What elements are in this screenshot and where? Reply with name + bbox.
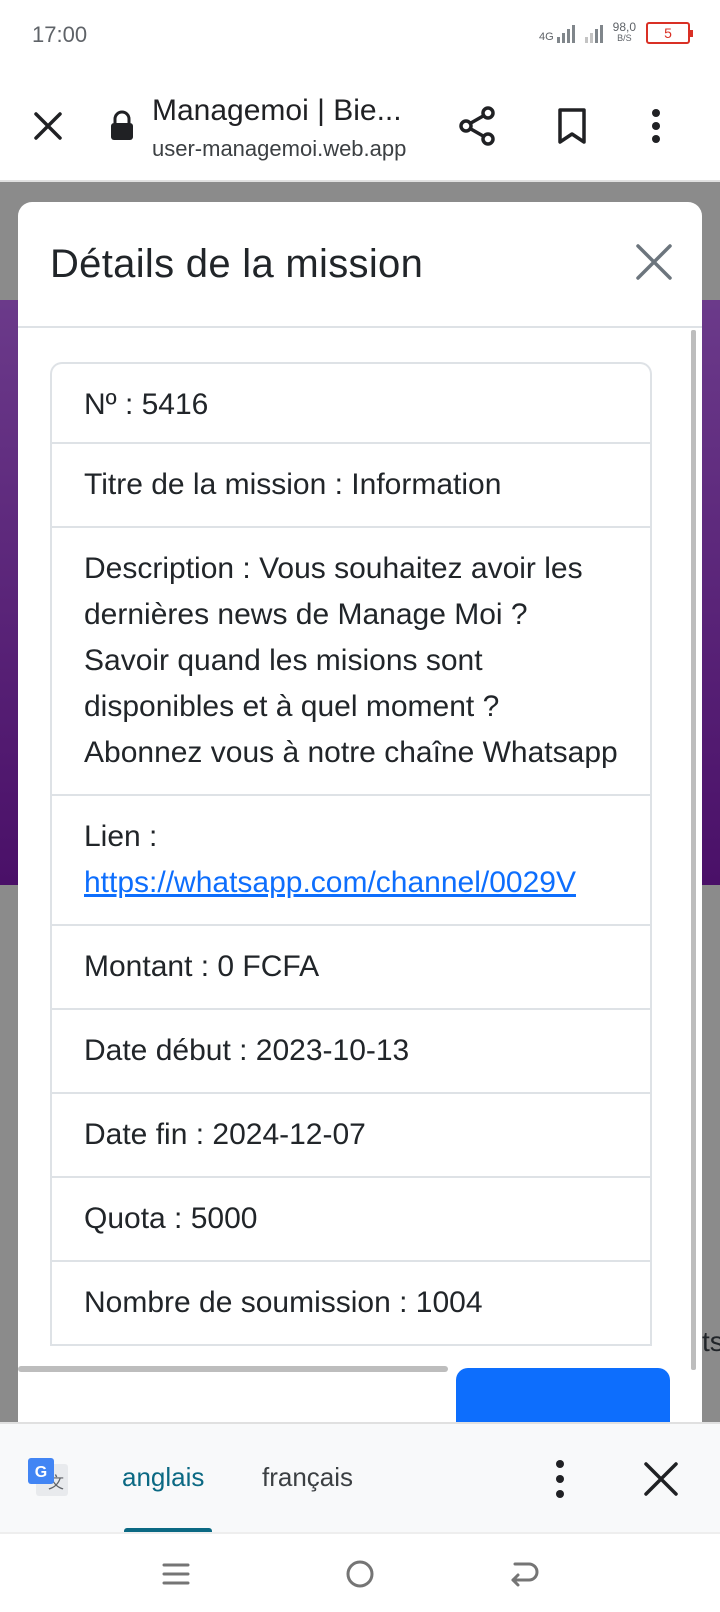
mission-start-date: Date début : 2023-10-13 [52,1010,650,1094]
share-icon [459,106,495,146]
mission-details-list: Nº : 5416 Titre de la mission : Informat… [50,362,652,1346]
menu-icon [162,1563,190,1585]
mission-link[interactable]: https://whatsapp.com/channel/0029V [84,866,576,899]
network-speed: 98,0 B/S [612,20,636,44]
share-button[interactable] [452,100,504,152]
close-icon [34,112,62,140]
vertical-scrollbar[interactable] [691,330,696,1370]
svg-text:G: G [35,1464,47,1481]
mission-link-row: Lien : https://whatsapp.com/channel/0029… [52,796,650,926]
modal-footer-button[interactable] [456,1368,670,1422]
recents-button[interactable] [154,1552,198,1596]
signal-2-icon [584,23,603,43]
network-indicator: 4G [539,23,575,43]
modal-body[interactable]: Nº : 5416 Titre de la mission : Informat… [18,330,702,1385]
browser-toolbar: Managemoi | Bie... user-managemoi.web.ap… [0,72,720,182]
background-text-fragment: ts [702,1326,720,1357]
modal-title: Détails de la mission [50,242,424,286]
more-vert-icon [652,109,660,143]
signal-icon [556,23,575,43]
modal-header: Détails de la mission [18,202,702,328]
lock-icon [111,110,133,140]
horizontal-scrollbar[interactable] [18,1366,448,1372]
status-time: 17:00 [32,22,88,47]
mission-details-modal: Détails de la mission Nº : 5416 Titre de… [18,202,702,1422]
back-button[interactable] [502,1552,546,1596]
more-options-button[interactable] [630,100,682,152]
translate-close-button[interactable] [640,1458,682,1500]
bookmark-icon [558,108,586,144]
bookmark-button[interactable] [546,100,598,152]
speed-unit: B/S [617,33,632,43]
translate-bar: 文 G anglais français [0,1422,720,1534]
mission-title: Titre de la mission : Information [52,444,650,528]
network-type: 4G [538,31,554,43]
close-icon[interactable] [634,242,674,282]
page-title: Managemoi | Bie... [152,94,402,127]
more-vert-icon [556,1460,564,1498]
url-text[interactable]: user-managemoi.web.app [152,136,406,162]
close-tab-button[interactable] [24,102,72,150]
back-icon [511,1562,539,1587]
mission-amount: Montant : 0 FCFA [52,926,650,1010]
translate-more-button[interactable] [540,1456,580,1502]
language-option-french[interactable]: français [262,1462,353,1493]
mission-number: Nº : 5416 [52,364,650,444]
home-button[interactable] [338,1552,382,1596]
home-circle-icon [346,1560,374,1588]
system-nav-bar [0,1532,720,1612]
mission-end-date: Date fin : 2024-12-07 [52,1094,650,1178]
mission-description: Description : Vous souhaitez avoir les d… [52,528,650,796]
speed-value: 98,0 [612,20,636,34]
mission-submissions: Nombre de soumission : 1004 [52,1262,650,1346]
mission-quota: Quota : 5000 [52,1178,650,1262]
google-translate-icon[interactable]: 文 G [26,1456,70,1500]
status-indicators: 4G 98,0 B/S 5 [539,20,693,44]
close-icon [644,1462,678,1496]
status-bar: 17:00 4G 98,0 B/S 5 [0,0,720,72]
language-option-english[interactable]: anglais [122,1462,204,1493]
battery-level: 5 [664,25,672,41]
battery-icon: 5 [646,22,693,44]
link-label: Lien : [84,820,158,853]
